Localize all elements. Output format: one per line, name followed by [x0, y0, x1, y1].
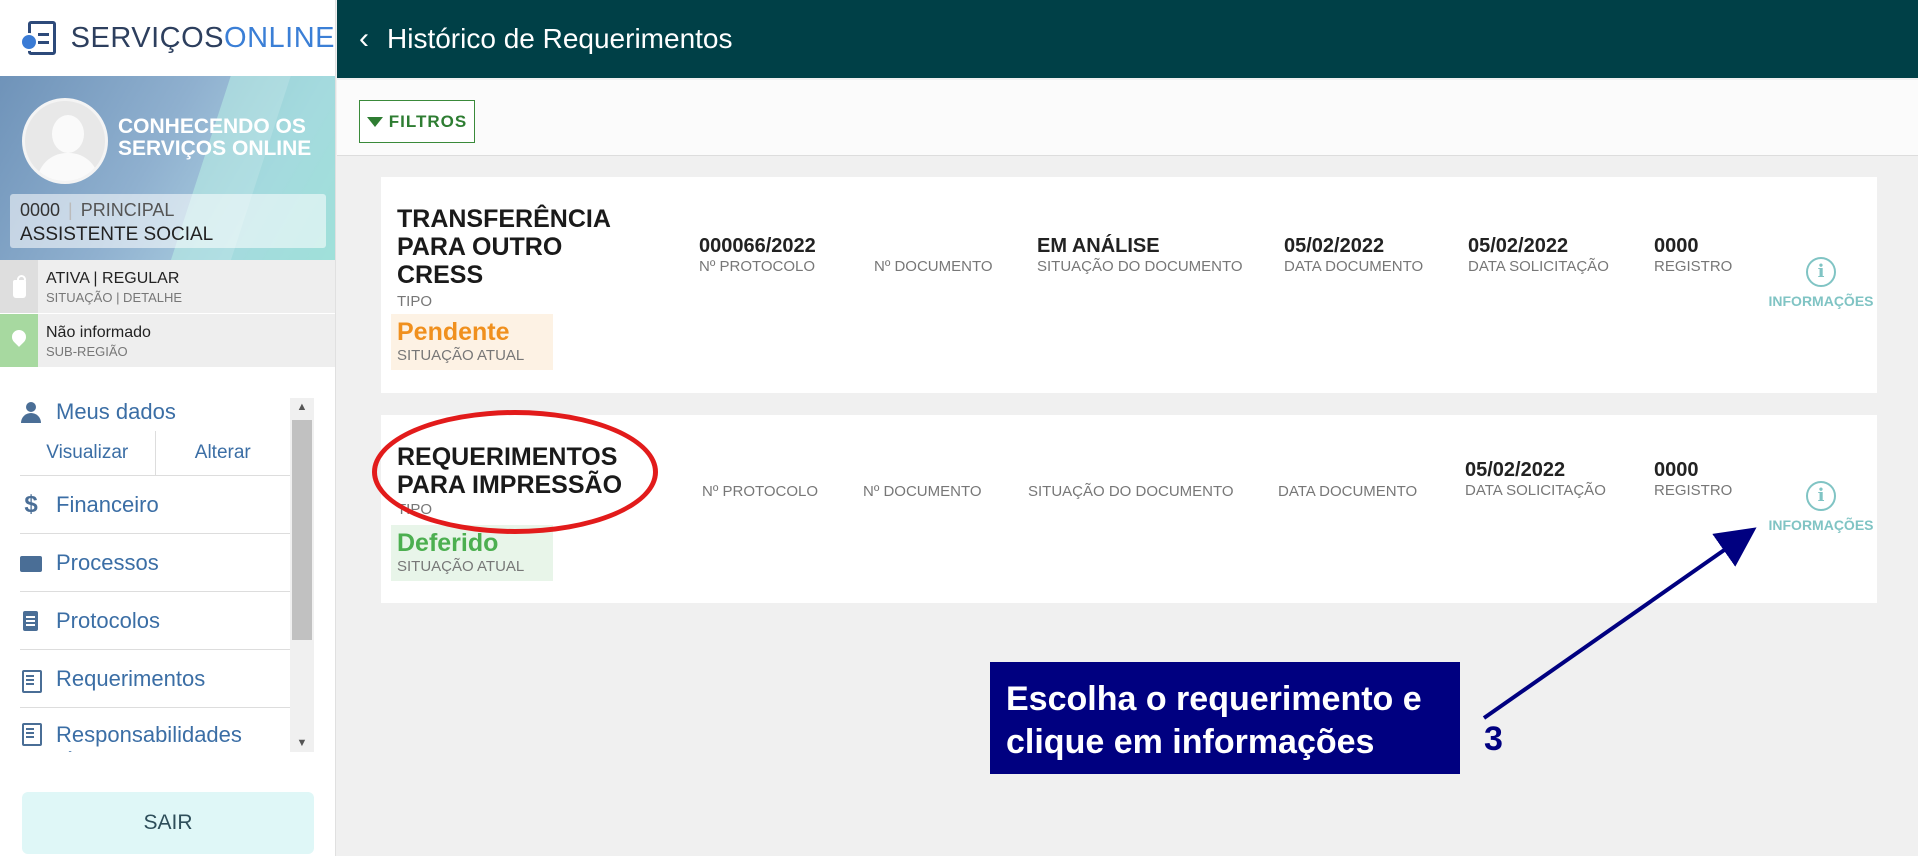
filter-label: FILTROS	[388, 111, 468, 131]
request-date-column: 05/02/2022 DATA SOLICITAÇÃO	[1468, 235, 1609, 275]
step-number: 3	[1484, 720, 1503, 758]
sidebar-item-label: Financeiro	[56, 491, 159, 517]
request-type: TRANSFERÊNCIA PARA OUTRO CRESS	[397, 205, 611, 289]
header: ‹ Histórico de Requerimentos	[337, 0, 1918, 78]
map-pin-icon	[9, 327, 29, 347]
meus-dados-links: Visualizar Alterar	[20, 430, 290, 476]
info-button[interactable]: i INFORMAÇÕES	[1766, 481, 1876, 533]
document-globe-icon	[20, 19, 57, 57]
document-column: Nº DOCUMENTO	[863, 483, 982, 500]
sidebar-item-label: Requerimentos	[56, 665, 206, 691]
info-button[interactable]: i INFORMAÇÕES	[1766, 257, 1876, 309]
filter-button[interactable]: FILTROS	[359, 100, 475, 143]
back-chevron-icon[interactable]: ‹	[359, 24, 369, 54]
logo-text: SERVIÇOSONLINE	[70, 21, 335, 54]
folder-icon	[20, 553, 42, 573]
profile-panel: CONHECENDO OS SERVIÇOS ONLINE 0000 | PRINC…	[0, 76, 335, 260]
avatar	[22, 98, 108, 184]
tag-icon	[13, 275, 26, 298]
filter-bar: FILTROS	[337, 80, 1918, 156]
region-label: SUB-REGIÃO	[46, 344, 128, 359]
dollar-icon: $	[24, 490, 38, 518]
user-icon	[20, 402, 42, 423]
document-date-column: 05/02/2022 DATA DOCUMENTO	[1284, 235, 1424, 275]
type-label: TIPO	[397, 293, 433, 310]
sidebar-item-financeiro[interactable]: $ Financeiro	[20, 476, 290, 534]
page-title: Histórico de Requerimentos	[387, 23, 733, 54]
info-icon: i	[1806, 257, 1836, 287]
registry-column: 0000 REGISTRO	[1654, 235, 1733, 275]
profile-card: 0000 | PRINCIPAL ASSISTENTE SOCIAL	[10, 194, 326, 248]
document-icon	[20, 610, 42, 631]
sidebar-item-responsabilidades[interactable]: Responsabilidades técnicas	[20, 708, 290, 752]
sidebar-item-meus-dados[interactable]: Meus dados	[20, 394, 290, 430]
situation-value: ATIVA | REGULAR	[46, 270, 180, 287]
status-badge: Pendente SITUAÇÃO ATUAL	[391, 314, 553, 370]
logout-button[interactable]: SAIR	[22, 792, 314, 854]
region-row: Não informado SUB-REGIÃO	[0, 314, 335, 368]
document-status-column: SITUAÇÃO DO DOCUMENTO	[1028, 483, 1234, 500]
sidebar-item-label: Processos	[56, 549, 159, 575]
sidebar: SERVIÇOSONLINE CONHECENDO OS SERVIÇOS ON…	[0, 0, 336, 856]
situation-row: ATIVA | REGULAR SITUAÇÃO | DETALHE	[0, 260, 335, 314]
profile-code: 0000	[20, 200, 61, 220]
visualizar-link[interactable]: Visualizar	[20, 442, 155, 464]
info-icon: i	[1806, 481, 1836, 511]
profile-name: CONHECENDO OS SERVIÇOS ONLINE	[118, 115, 312, 160]
instruction-callout: Escolha o requerimento e clique em infor…	[990, 662, 1460, 774]
request-date-column: 05/02/2022 DATA SOLICITAÇÃO	[1465, 459, 1606, 499]
situation-label: SITUAÇÃO | DETALHE	[46, 290, 183, 305]
sidebar-item-label: Protocolos	[56, 607, 160, 633]
protocol-column: Nº PROTOCOLO	[702, 483, 819, 500]
sidebar-menu: Meus dados Visualizar Alterar $ Financei…	[20, 394, 290, 752]
logo[interactable]: SERVIÇOSONLINE	[0, 0, 335, 76]
registry-column: 0000 REGISTRO	[1654, 459, 1733, 499]
sidebar-item-label: Meus dados	[56, 399, 176, 424]
highlight-oval	[372, 410, 658, 534]
clipboard-icon	[20, 669, 42, 693]
sidebar-item-label: Responsabilidades técnicas	[56, 722, 242, 752]
alterar-link[interactable]: Alterar	[156, 442, 291, 464]
document-date-column: DATA DOCUMENTO	[1278, 483, 1418, 500]
region-value: Não informado	[46, 324, 151, 341]
scroll-up-icon[interactable]: ▲	[290, 398, 314, 416]
clipboard-icon	[20, 722, 42, 746]
sidebar-scrollbar[interactable]: ▲ ▼	[290, 398, 314, 752]
scroll-down-icon[interactable]: ▼	[290, 734, 314, 752]
profile-role: ASSISTENTE SOCIAL	[20, 224, 214, 245]
request-card: TRANSFERÊNCIA PARA OUTRO CRESS TIPO Pend…	[381, 177, 1877, 393]
sidebar-item-processos[interactable]: Processos	[20, 534, 290, 592]
scrollbar-thumb[interactable]	[292, 420, 312, 640]
funnel-icon	[366, 116, 383, 127]
protocol-column: 000066/2022 Nº PROTOCOLO	[699, 235, 816, 275]
document-status-column: EM ANÁLISE SITUAÇÃO DO DOCUMENTO	[1037, 235, 1243, 275]
profile-type: PRINCIPAL	[80, 200, 175, 220]
sidebar-item-protocolos[interactable]: Protocolos	[20, 592, 290, 650]
document-column: Nº DOCUMENTO	[874, 258, 993, 275]
sidebar-item-requerimentos[interactable]: Requerimentos	[20, 650, 290, 708]
